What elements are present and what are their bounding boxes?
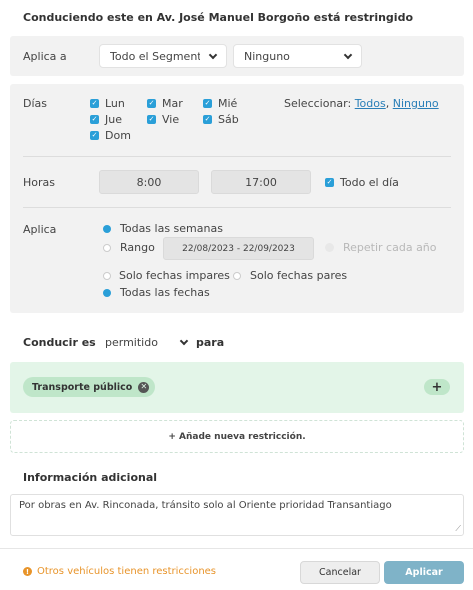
radio-selected-icon — [103, 288, 111, 297]
warning-row: ! Otros vehículos tienen restricciones — [23, 566, 216, 577]
cancel-button[interactable]: Cancelar — [300, 561, 380, 584]
day-label: Sáb — [218, 113, 239, 126]
radio-all-weeks[interactable]: Todas las semanas — [103, 222, 223, 235]
day-checkbox-mie[interactable]: ✓ Mié — [203, 97, 237, 110]
all-day-checkbox[interactable]: ✓ Todo el día — [325, 176, 399, 189]
select-separator: , — [385, 97, 390, 110]
radio-label: Solo fechas pares — [250, 269, 348, 282]
warning-icon: ! — [23, 567, 32, 576]
aplica-label: Aplica — [23, 223, 57, 236]
resize-handle-icon[interactable]: ⟋ — [455, 524, 461, 534]
chevron-down-icon — [208, 50, 218, 59]
info-textarea[interactable]: Por obras en Av. Rinconada, tránsito sol… — [10, 494, 464, 536]
radio-label: Todas las semanas — [120, 222, 223, 235]
close-icon[interactable]: ✕ — [138, 381, 150, 393]
check-icon: ✓ — [203, 115, 212, 124]
select-all-link[interactable]: Todos — [355, 97, 386, 110]
second-select[interactable]: Ninguno — [233, 44, 362, 68]
radio-empty-icon — [103, 271, 111, 280]
radio-odd-dates[interactable]: Solo fechas impares — [103, 269, 230, 282]
footer-divider — [0, 548, 473, 549]
day-checkbox-vie[interactable]: ✓ Vie — [147, 113, 179, 126]
day-checkbox-sab[interactable]: ✓ Sáb — [203, 113, 239, 126]
conducir-label: Conducir es — [23, 336, 96, 349]
vehicle-chip-label: Transporte público — [32, 381, 133, 393]
radio-even-dates[interactable]: Solo fechas pares — [233, 269, 347, 282]
add-restriction-button[interactable]: + Añade nueva restricción. — [10, 420, 464, 453]
day-label: Mié — [218, 97, 238, 110]
day-label: Lun — [105, 97, 125, 110]
check-icon: ✓ — [147, 99, 156, 108]
check-icon: ✓ — [325, 178, 334, 187]
repeat-yearly-checkbox[interactable]: Repetir cada año — [325, 241, 437, 254]
radio-label: Solo fechas impares — [119, 269, 230, 282]
radio-empty-icon — [103, 243, 111, 252]
checkbox-empty-icon — [325, 243, 334, 252]
radio-range[interactable]: Rango — [103, 241, 155, 254]
select-none-link[interactable]: Ninguno — [393, 97, 439, 110]
check-icon: ✓ — [90, 115, 99, 124]
day-label: Vie — [162, 113, 180, 126]
chevron-down-icon — [179, 336, 189, 346]
chevron-down-icon — [343, 50, 353, 59]
second-select-value: Ninguno — [244, 49, 290, 63]
check-icon: ✓ — [90, 99, 99, 108]
day-checkbox-lun[interactable]: ✓ Lun — [90, 97, 125, 110]
horas-label: Horas — [23, 176, 55, 189]
warning-text: Otros vehículos tienen restricciones — [37, 566, 217, 577]
radio-all-dates[interactable]: Todas las fechas — [103, 286, 210, 299]
divider — [23, 156, 451, 157]
radio-selected-icon — [103, 224, 111, 233]
day-checkbox-dom[interactable]: ✓ Dom — [90, 129, 131, 142]
vehicle-chip: Transporte público ✕ — [23, 377, 156, 397]
info-label: Información adicional — [23, 471, 158, 484]
repeat-label: Repetir cada año — [343, 241, 437, 254]
check-icon: ✓ — [147, 115, 156, 124]
day-checkbox-jue[interactable]: ✓ Jue — [90, 113, 122, 126]
day-label: Dom — [105, 129, 131, 142]
conducir-select[interactable]: permitido — [105, 336, 189, 349]
date-range-input[interactable]: 22/08/2023 - 22/09/2023 — [163, 237, 314, 260]
segment-select-value: Todo el Segmento — [110, 49, 200, 63]
para-label: para — [196, 336, 225, 349]
radio-label: Rango — [120, 241, 155, 254]
check-icon: ✓ — [203, 99, 212, 108]
start-time-input[interactable]: 8:00 — [99, 170, 199, 194]
aplica-a-label: Aplica a — [23, 50, 67, 63]
select-days-row: Seleccionar: Todos, Ninguno — [284, 97, 439, 110]
apply-button[interactable]: Aplicar — [384, 561, 464, 584]
check-icon: ✓ — [90, 131, 99, 140]
dialog-title: Conduciendo este en Av. José Manuel Borg… — [23, 11, 413, 24]
segment-select[interactable]: Todo el Segmento — [99, 44, 227, 68]
day-label: Mar — [162, 97, 183, 110]
select-days-label: Seleccionar: — [284, 97, 352, 110]
radio-label: Todas las fechas — [120, 286, 210, 299]
day-label: Jue — [105, 113, 122, 126]
all-day-label: Todo el día — [340, 176, 399, 189]
radio-empty-icon — [233, 271, 241, 280]
end-time-input[interactable]: 17:00 — [211, 170, 311, 194]
conducir-select-value: permitido — [105, 336, 158, 349]
divider — [23, 207, 451, 208]
dias-label: Días — [23, 97, 47, 110]
add-vehicle-button[interactable]: + — [424, 379, 450, 395]
day-checkbox-mar[interactable]: ✓ Mar — [147, 97, 183, 110]
info-text: Por obras en Av. Rinconada, tránsito sol… — [19, 500, 392, 511]
